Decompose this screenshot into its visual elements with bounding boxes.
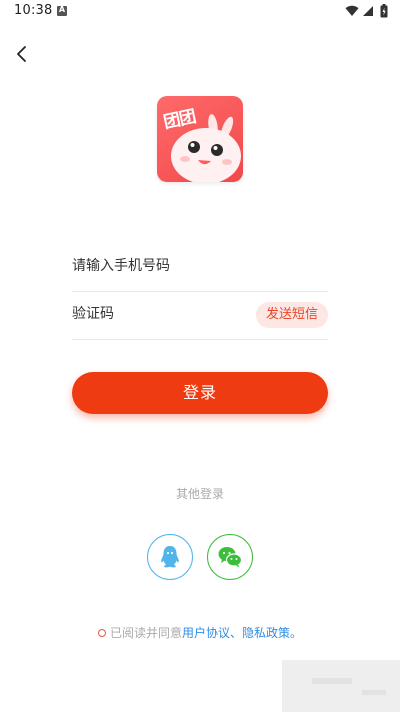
agreement-suffix: 。	[290, 626, 303, 640]
notification-letter: A	[58, 5, 66, 14]
send-sms-button[interactable]: 发送短信	[256, 302, 328, 328]
signal-icon	[363, 6, 373, 16]
app-logo: 团团	[157, 96, 243, 182]
notification-icon: A	[57, 5, 67, 16]
code-field: 发送短信	[72, 288, 328, 340]
agreement-text: 已阅读并同意用户协议、隐私政策。	[0, 624, 400, 641]
other-login-label: 其他登录	[175, 487, 224, 501]
chevron-left-icon	[17, 46, 26, 62]
phone-field	[72, 240, 328, 292]
wifi-icon	[345, 5, 359, 17]
qq-login-button[interactable]	[147, 534, 193, 580]
wechat-icon	[218, 547, 243, 568]
status-time: 10:38	[14, 3, 53, 18]
battery-icon	[380, 4, 388, 18]
back-button[interactable]	[10, 42, 34, 66]
agree-radio[interactable]	[97, 629, 106, 637]
privacy-policy-link[interactable]: 隐私政策	[242, 626, 290, 640]
verification-code-input[interactable]	[72, 302, 252, 326]
status-bar: 10:38 A	[0, 0, 400, 24]
agreement-prefix: 已阅读并同意	[109, 626, 182, 640]
login-button[interactable]: 登录	[72, 372, 328, 414]
user-agreement-link[interactable]: 用户协议	[182, 626, 230, 640]
qq-icon	[161, 546, 179, 568]
wechat-login-button[interactable]	[207, 534, 253, 580]
corner-overlay	[282, 660, 400, 712]
agreement-separator: 、	[229, 626, 242, 640]
phone-input[interactable]	[72, 254, 252, 278]
